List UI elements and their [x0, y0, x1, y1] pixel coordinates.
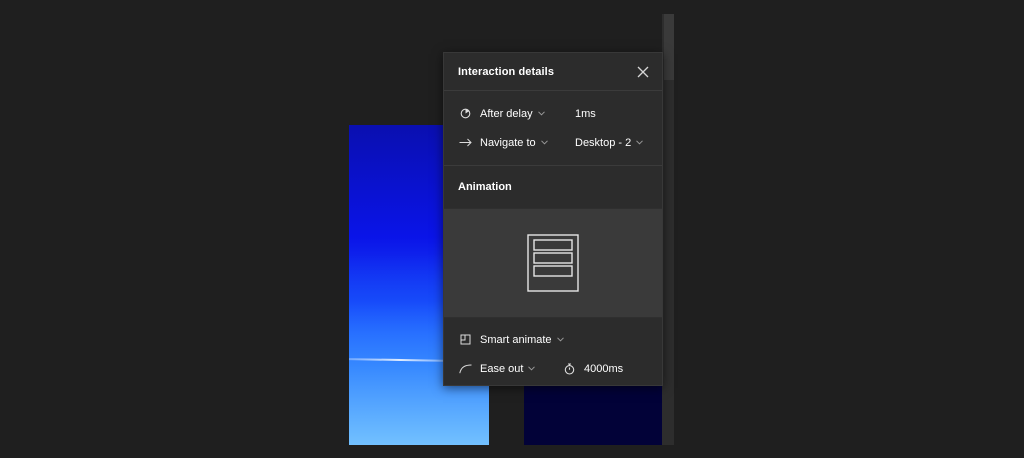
duration-value: 4000ms	[584, 362, 624, 375]
animation-type-label: Smart animate	[480, 333, 552, 346]
destination-label: Desktop - 2	[575, 136, 632, 149]
frame-desktop-2[interactable]	[524, 385, 674, 445]
ease-curve-icon	[458, 362, 472, 376]
trigger-label: After delay	[480, 107, 533, 120]
duration-field[interactable]: 4000ms	[562, 362, 623, 376]
action-label: Navigate to	[480, 136, 536, 149]
chevron-down-icon	[540, 140, 548, 145]
timer-icon	[458, 107, 472, 121]
chevron-down-icon	[537, 111, 545, 116]
panel-title: Interaction details	[458, 65, 555, 78]
animation-preview	[444, 208, 662, 318]
arrow-right-icon	[458, 136, 472, 150]
animation-type-dropdown[interactable]: Smart animate	[480, 334, 564, 346]
chevron-down-icon	[528, 366, 536, 371]
delay-value-field[interactable]: 1ms	[575, 108, 596, 120]
smart-animate-icon	[458, 333, 472, 347]
animation-settings: Smart animate Ease out 4000ms	[444, 318, 662, 383]
action-row: Navigate to Desktop - 2	[444, 128, 662, 157]
stopwatch-icon	[562, 362, 576, 376]
canvas-scrollbar-thumb[interactable]	[664, 14, 674, 80]
panel-header: Interaction details	[444, 53, 662, 91]
interaction-details-panel: Interaction details After delay 1ms Navi…	[443, 52, 663, 386]
close-icon	[637, 66, 649, 77]
light-streak	[348, 358, 450, 362]
trigger-section: After delay 1ms Navigate to Desktop - 2	[444, 91, 662, 166]
trigger-row: After delay 1ms	[444, 99, 662, 128]
easing-label: Ease out	[480, 362, 524, 375]
delay-value: 1ms	[575, 107, 596, 120]
close-button[interactable]	[636, 65, 650, 79]
action-dropdown[interactable]: Navigate to	[480, 137, 548, 149]
chevron-down-icon	[636, 140, 644, 145]
animation-heading: Animation	[458, 181, 512, 193]
chevron-down-icon	[556, 337, 564, 342]
animation-type-row: Smart animate	[444, 325, 662, 354]
easing-row: Ease out 4000ms	[444, 354, 662, 383]
easing-dropdown[interactable]: Ease out	[480, 362, 536, 375]
trigger-dropdown[interactable]: After delay	[480, 108, 545, 120]
destination-dropdown[interactable]: Desktop - 2	[575, 136, 644, 149]
animation-preview-frame-icon	[527, 234, 579, 292]
